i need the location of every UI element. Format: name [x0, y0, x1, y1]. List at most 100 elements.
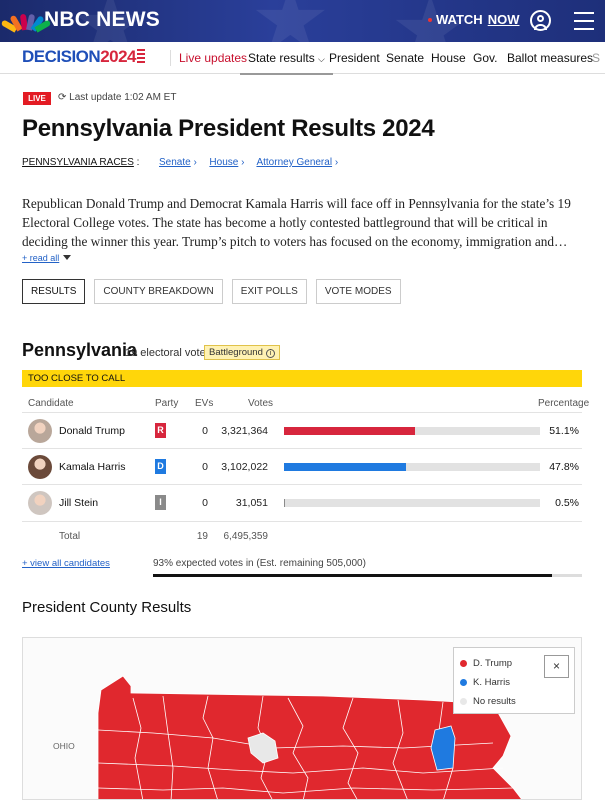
- legend-item-trump: D. Trump: [460, 658, 512, 669]
- map-legend: D. Trump K. Harris No results ×: [453, 647, 575, 714]
- nav-overflow[interactable]: S: [592, 51, 600, 65]
- party-badge: D: [155, 459, 166, 474]
- peacock-icon: [0, 10, 52, 33]
- legend-label: D. Trump: [473, 658, 513, 669]
- race-link-attorney-general[interactable]: Attorney General: [256, 157, 332, 168]
- page-title: Pennsylvania President Results 2024: [22, 115, 435, 142]
- chevron-right-icon: ›: [334, 157, 339, 168]
- vote-share-fill: [284, 499, 286, 507]
- total-label: Total: [59, 531, 81, 542]
- tab-vote-modes[interactable]: VOTE MODES: [315, 279, 401, 304]
- legend-label: K. Harris: [473, 677, 510, 688]
- header-party: Party: [155, 398, 179, 409]
- candidate-percentage: 51.1%: [549, 425, 579, 437]
- races-nav: PENNSYLVANIA RACES : Senate › House › At…: [22, 157, 338, 168]
- candidate-name: Jill Stein: [59, 497, 99, 509]
- legend-close-button[interactable]: ×: [544, 655, 569, 678]
- nav-gov[interactable]: Gov.: [473, 51, 497, 65]
- ohio-label: OHIO: [53, 741, 75, 751]
- view-all-candidates-link[interactable]: + view all candidates: [22, 558, 110, 569]
- candidate-votes: 31,051: [235, 497, 268, 509]
- county-map[interactable]: OHIO D. Trump K. Harris No results ×: [22, 637, 582, 800]
- refresh-icon: ⟳: [58, 92, 67, 103]
- candidate-avatar: [28, 455, 52, 479]
- caret-down-icon: [63, 255, 72, 260]
- live-badge: LIVE: [23, 92, 51, 105]
- candidate-name: Donald Trump: [59, 425, 125, 437]
- expected-votes-bar: [153, 574, 582, 577]
- expected-votes-fill: [153, 574, 552, 577]
- candidate-name: Kamala Harris: [59, 461, 126, 473]
- race-description: Republican Donald Trump and Democrat Kam…: [22, 196, 571, 249]
- nav-senate[interactable]: Senate: [386, 51, 424, 65]
- legend-swatch: [460, 679, 467, 686]
- nbc-news-logo[interactable]: NBC NEWS: [0, 8, 160, 33]
- live-dot-icon: [428, 17, 432, 22]
- legend-swatch: [460, 698, 467, 705]
- vote-share-fill: [284, 463, 407, 471]
- party-badge: R: [155, 423, 166, 438]
- races-label: PENNSYLVANIA RACES: [22, 157, 134, 168]
- candidate-avatar: [28, 491, 52, 515]
- legend-swatch: [460, 660, 467, 667]
- candidate-evs: 0: [202, 425, 208, 437]
- nav-president[interactable]: President: [329, 51, 380, 65]
- party-badge: I: [155, 495, 166, 510]
- call-status-banner: TOO CLOSE TO CALL: [22, 370, 582, 387]
- legend-label: No results: [473, 696, 516, 707]
- info-icon: i: [265, 349, 275, 358]
- last-update-text: Last update 1:02 AM ET: [69, 92, 177, 103]
- nav-house[interactable]: House: [431, 51, 466, 65]
- vote-share-bar: [284, 427, 540, 435]
- header-candidate: Candidate: [28, 398, 74, 409]
- header-percentage: Percentage: [538, 398, 590, 409]
- star-decoration: ★: [250, 0, 331, 42]
- results-tabs: RESULTS COUNTY BREAKDOWN EXIT POLLS VOTE…: [22, 279, 410, 304]
- hamburger-menu-icon[interactable]: [574, 12, 594, 30]
- chevron-down-icon: ⌵: [318, 54, 325, 64]
- candidate-votes: 3,321,364: [221, 425, 268, 437]
- tab-exit-polls[interactable]: EXIT POLLS: [231, 279, 307, 304]
- decision-2024-logo[interactable]: DECISION2024: [22, 47, 146, 67]
- county-results-title: President County Results: [22, 599, 192, 616]
- top-bar: ★ ★ ★ NBC NEWS WATCH NOW: [0, 0, 605, 42]
- candidate-votes: 3,102,022: [221, 461, 268, 473]
- race-link-house[interactable]: House: [209, 157, 238, 168]
- candidate-avatar: [28, 419, 52, 443]
- header-evs: EVs: [195, 398, 214, 409]
- chevron-right-icon: ›: [193, 157, 197, 168]
- battleground-label: Battleground: [209, 347, 263, 358]
- watch-now-link[interactable]: WATCH NOW: [428, 12, 519, 27]
- legend-item-no-results: No results: [460, 696, 516, 707]
- nav-live-updates[interactable]: Live updates: [179, 51, 247, 65]
- candidate-evs: 0: [202, 497, 208, 509]
- last-update: ⟳ Last update 1:02 AM ET: [58, 92, 176, 103]
- nav-ballot-measures[interactable]: Ballot measures: [507, 51, 593, 65]
- candidate-evs: 0: [202, 461, 208, 473]
- user-circle-icon[interactable]: [530, 10, 551, 31]
- battleground-badge[interactable]: Battleground i: [204, 345, 280, 360]
- chevron-right-icon: ›: [241, 157, 245, 168]
- decision-nav: DECISION2024 Live updates State results …: [0, 42, 605, 75]
- vote-share-fill: [284, 427, 415, 435]
- tab-results[interactable]: RESULTS: [22, 279, 86, 304]
- candidate-row: Kamala Harris D 0 3,102,022 47.8%: [22, 448, 582, 484]
- read-all-link[interactable]: + read all: [22, 253, 72, 263]
- total-row: Total 19 6,495,359: [22, 521, 582, 551]
- watch-label: WATCH: [436, 12, 483, 27]
- race-link-senate[interactable]: Senate: [159, 157, 191, 168]
- brand-decision: DECISION: [22, 47, 101, 66]
- candidate-percentage: 0.5%: [555, 497, 579, 509]
- vote-share-bar: [284, 463, 540, 471]
- candidate-row: Jill Stein I 0 31,051 0.5%: [22, 484, 582, 520]
- logo-text: NBC NEWS: [44, 8, 160, 31]
- tab-county-breakdown[interactable]: COUNTY BREAKDOWN: [94, 279, 223, 304]
- header-votes: Votes: [248, 398, 274, 409]
- electoral-votes: 19 electoral votes: [125, 347, 212, 359]
- nav-state-results[interactable]: State results ⌵: [240, 51, 333, 75]
- divider: [170, 50, 171, 66]
- flag-icon: [137, 49, 146, 63]
- candidate-row: Donald Trump R 0 3,321,364 51.1%: [22, 412, 582, 448]
- vote-share-bar: [284, 499, 540, 507]
- candidate-percentage: 47.8%: [549, 461, 579, 473]
